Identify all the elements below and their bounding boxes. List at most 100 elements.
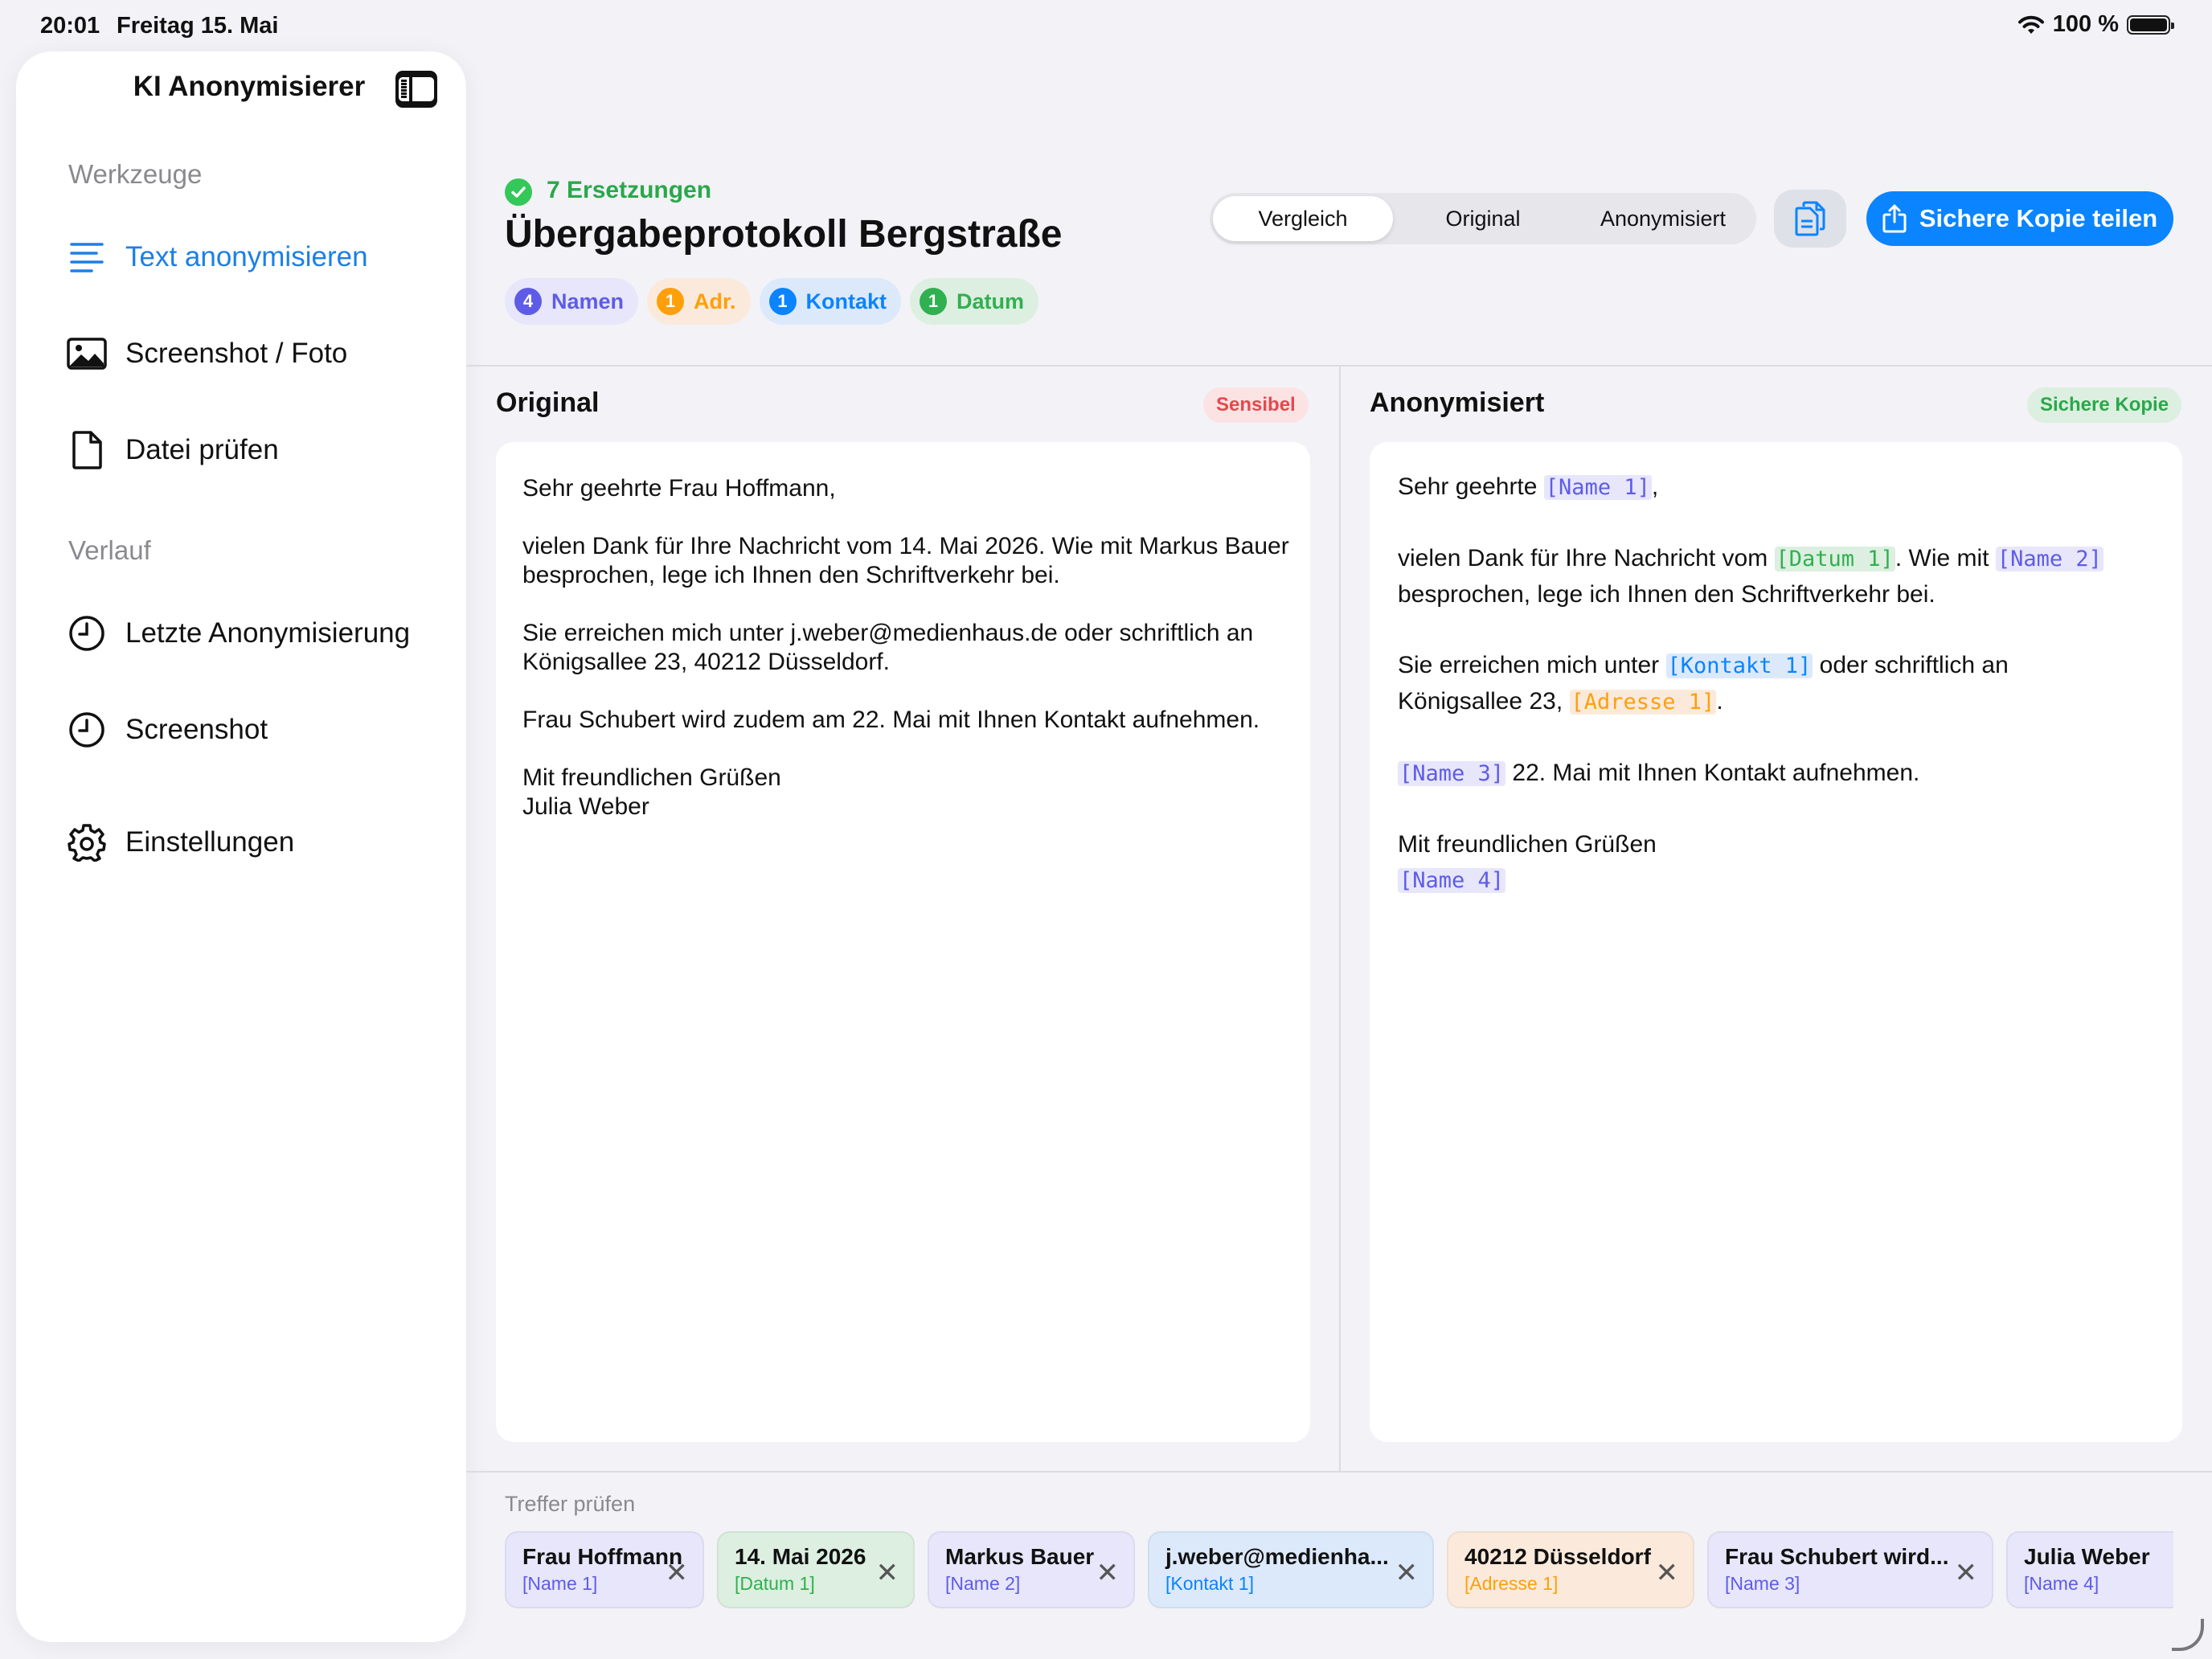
check-circle-icon <box>505 178 532 206</box>
treffer-tag: [Name 2] <box>945 1573 1021 1594</box>
text-run: vielen Dank für Ihre Nachricht vom <box>1398 545 1775 571</box>
original-paragraph: Julia Weber <box>522 793 649 820</box>
original-paragraph: Mit freundlichen Grüßen <box>522 764 781 791</box>
treffer-card-name-2[interactable]: Markus Bauer [Name 2] ✕ <box>928 1531 1135 1608</box>
treffer-value: 40212 Düsseldorf <box>1464 1544 1651 1569</box>
treffer-tag: [Adresse 1] <box>1464 1573 1559 1594</box>
status-time: 20:01 <box>40 13 100 39</box>
text-run: . Wie mit <box>1895 545 1996 571</box>
chip-adresse[interactable]: 1 Adr. <box>647 278 751 325</box>
segment-vergleich[interactable]: Vergleich <box>1213 196 1393 241</box>
chip-namen[interactable]: 4 Namen <box>505 278 639 325</box>
sidebar-toggle-button[interactable] <box>395 71 437 104</box>
treffer-tag: [Name 4] <box>2024 1573 2099 1594</box>
segment-anonymisiert[interactable]: Anonymisiert <box>1573 196 1753 241</box>
treffer-value: Julia Weber <box>2024 1544 2150 1569</box>
close-icon[interactable]: ✕ <box>1955 1557 1978 1589</box>
text-run: . <box>1716 688 1723 715</box>
original-paragraph: vielen Dank für Ihre Nachricht vom 14. M… <box>522 533 1289 588</box>
close-icon[interactable]: ✕ <box>1096 1557 1120 1589</box>
gear-icon <box>66 821 108 863</box>
status-indicators: 100 % <box>2017 11 2174 38</box>
treffer-tag: [Name 3] <box>1725 1573 1800 1594</box>
sidebar-item-letzte-anonymisierung[interactable]: Letzte Anonymisierung <box>66 608 410 659</box>
text-run: besprochen, lege ich Ihnen den Schriftve… <box>1398 581 1936 608</box>
text-lines-icon <box>66 236 108 278</box>
token-name[interactable]: [Name 3] <box>1398 761 1506 786</box>
copy-doc-icon <box>1795 201 1825 236</box>
token-kontakt[interactable]: [Kontakt 1] <box>1665 653 1813 678</box>
document-title: Übergabeprotokoll Bergstraße <box>505 213 1063 256</box>
safe-copy-badge: Sichere Kopie <box>2027 387 2182 423</box>
footer-divider <box>466 1471 2212 1473</box>
chip-label: Namen <box>551 289 625 313</box>
close-icon[interactable]: ✕ <box>666 1557 689 1589</box>
anonymized-paragraph: Sehr geehrte [Name 1], <box>1398 469 2153 506</box>
sidebar-item-einstellungen[interactable]: Einstellungen <box>66 817 294 868</box>
token-name[interactable]: [Name 2] <box>1995 547 2103 571</box>
treffer-value: j.weber@medienha... <box>1165 1544 1389 1569</box>
status-date: Freitag 15. Mai <box>117 13 279 39</box>
anonymized-pane-title: Anonymisiert <box>1370 387 1545 418</box>
treffer-card-kontakt-1[interactable]: j.weber@medienha... [Kontakt 1] ✕ <box>1148 1531 1434 1608</box>
treffer-section-label: Treffer prüfen <box>505 1492 636 1516</box>
sidebar-item-screenshot[interactable]: Screenshot <box>66 704 268 756</box>
close-icon[interactable]: ✕ <box>1395 1557 1419 1589</box>
text-run: 22. Mai mit Ihnen Kontakt aufnehmen. <box>1505 760 1920 786</box>
anonymized-text[interactable]: Sehr geehrte [Name 1], vielen Dank für I… <box>1398 469 2153 899</box>
anonymized-paragraph: Mit freundlichen Grüßen [Name 4] <box>1398 827 2153 899</box>
text-run: Mit freundlichen Grüßen <box>1398 831 1657 858</box>
share-icon <box>1882 204 1907 233</box>
text-run: Sehr geehrte <box>1398 473 1544 500</box>
sidebar-item-label: Screenshot / Foto <box>125 338 348 369</box>
treffer-card-datum-1[interactable]: 14. Mai 2026 [Datum 1] ✕ <box>717 1531 915 1608</box>
token-adresse[interactable]: [Adresse 1] <box>1569 690 1717 715</box>
sidebar-item-text-anonymisieren[interactable]: Text anonymisieren <box>66 231 368 283</box>
chip-count: 4 <box>514 288 542 315</box>
treffer-card-name-1[interactable]: Frau Hoffmann [Name 1] ✕ <box>505 1531 704 1608</box>
sidebar-item-datei-pruefen[interactable]: Datei prüfen <box>66 424 279 476</box>
sidebar-item-label: Screenshot <box>125 714 268 745</box>
chip-kontakt[interactable]: 1 Kontakt <box>759 278 902 325</box>
original-pane-title: Original <box>496 387 600 418</box>
sidebar-item-screenshot-foto[interactable]: Screenshot / Foto <box>66 328 347 379</box>
treffer-card-name-4[interactable]: Julia Weber [Name 4] <box>2006 1531 2173 1608</box>
token-name[interactable]: [Name 4] <box>1398 868 1506 893</box>
section-tools: Werkzeuge <box>68 159 203 189</box>
chip-datum[interactable]: 1 Datum <box>910 278 1039 325</box>
sidebar-item-label: Datei prüfen <box>125 434 279 465</box>
status-bar: 20:01 Freitag 15. Mai 100 % <box>0 0 2212 51</box>
text-run: Sie erreichen mich unter <box>1398 652 1666 678</box>
treffer-value: Frau Schubert wird... <box>1725 1544 1949 1569</box>
resize-handle-icon[interactable] <box>2172 1619 2204 1651</box>
anonymized-paragraph: [Name 3] 22. Mai mit Ihnen Kontakt aufne… <box>1398 756 2153 792</box>
treffer-tag: [Datum 1] <box>735 1573 815 1594</box>
chip-label: Adr. <box>694 289 736 313</box>
text-run: Königsallee 23, <box>1398 688 1570 715</box>
treffer-value: 14. Mai 2026 <box>735 1544 866 1569</box>
treffer-card-name-3[interactable]: Frau Schubert wird... [Name 3] ✕ <box>1707 1531 1993 1608</box>
treffer-tag: [Name 1] <box>522 1573 598 1594</box>
chip-label: Datum <box>956 289 1025 313</box>
clock-icon <box>66 612 108 654</box>
replacement-count: 7 Ersetzungen <box>547 177 712 203</box>
anonymized-paragraph: vielen Dank für Ihre Nachricht vom [Datu… <box>1398 541 2153 612</box>
sidebar-item-label: Text anonymisieren <box>125 241 368 272</box>
treffer-card-adresse-1[interactable]: 40212 Düsseldorf [Adresse 1] ✕ <box>1447 1531 1694 1608</box>
token-datum[interactable]: [Datum 1] <box>1774 547 1895 571</box>
segment-original[interactable]: Original <box>1393 196 1573 241</box>
original-text[interactable]: Sehr geehrte Frau Hoffmann, vielen Dank … <box>522 474 1294 850</box>
sidebar-item-label: Letzte Anonymisierung <box>125 617 411 649</box>
original-paragraph: Frau Schubert wird zudem am 22. Mai mit … <box>522 707 1260 733</box>
close-icon[interactable]: ✕ <box>1656 1557 1679 1589</box>
copy-button[interactable] <box>1774 190 1846 248</box>
share-button-label: Sichere Kopie teilen <box>1919 204 2158 232</box>
photo-icon <box>66 333 108 375</box>
close-icon[interactable]: ✕ <box>876 1557 899 1589</box>
battery-percent: 100 % <box>2052 11 2119 37</box>
original-paragraph: Sehr geehrte Frau Hoffmann, <box>522 475 836 502</box>
treffer-value: Markus Bauer <box>945 1544 1095 1569</box>
token-name[interactable]: [Name 1] <box>1543 475 1652 500</box>
pane-divider <box>1339 367 1341 1471</box>
share-safe-copy-button[interactable]: Sichere Kopie teilen <box>1866 191 2173 246</box>
